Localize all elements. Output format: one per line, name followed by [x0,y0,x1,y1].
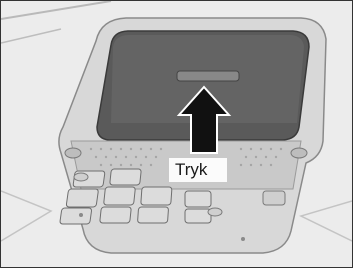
map-lamp-left [64,147,82,159]
illustration-frame: Tryk [0,0,353,268]
press-label: Tryk [169,158,227,182]
bottom-dot-left [79,213,83,217]
overhead-console-illustration [1,1,352,267]
side-button-right [207,207,223,217]
sunshade-tab [176,70,240,82]
map-lamp-right [290,147,308,159]
side-button-left [73,172,89,182]
right-lamp-button [262,190,286,206]
bottom-dot-right [241,237,245,241]
